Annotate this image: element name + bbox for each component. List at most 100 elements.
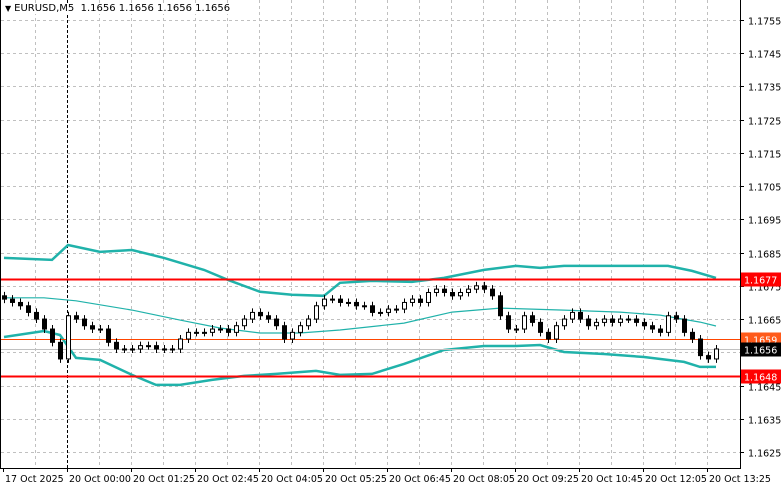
candle-bear — [26, 305, 31, 313]
candle-bull — [522, 315, 527, 330]
x-tick-label: 20 Oct 09:25 — [517, 474, 579, 485]
candle-bull — [298, 325, 303, 333]
candle-bull — [170, 348, 175, 351]
candle-bear — [650, 325, 655, 330]
candle-bear — [578, 311, 583, 320]
candle-bull — [474, 285, 479, 290]
candle-bear — [74, 315, 79, 320]
candle-bear — [442, 288, 447, 293]
x-tick-label: 20 Oct 01:25 — [133, 474, 195, 485]
candle-bear — [58, 341, 63, 360]
candle-bull — [202, 331, 207, 334]
candle-bull — [626, 318, 631, 321]
candle-bull — [98, 328, 103, 331]
candle-bull — [322, 298, 327, 307]
candle-bear — [658, 328, 663, 333]
candle-bull — [194, 331, 199, 334]
candle-bull — [426, 291, 431, 303]
y-tick-label: 1.1645 — [748, 383, 781, 394]
candle-bull — [666, 315, 671, 333]
y-tick-label: 1.1705 — [748, 183, 781, 194]
level-lines — [1, 278, 740, 378]
candle-bull — [66, 315, 71, 360]
candle-bull — [466, 288, 471, 293]
candle-bear — [706, 355, 711, 360]
candle-bull — [234, 325, 239, 333]
y-tick-label: 1.1745 — [748, 50, 781, 61]
candle-bear — [450, 291, 455, 297]
candle-bull — [410, 298, 415, 303]
candle-bull — [562, 318, 567, 327]
y-tick-label: 1.1755 — [748, 17, 781, 28]
x-tick-label: 20 Oct 00:00 — [69, 474, 131, 485]
candle-bear — [538, 321, 543, 333]
x-tick-label: 20 Oct 10:45 — [581, 474, 643, 485]
candle-bear — [490, 288, 495, 297]
y-tick-label: 1.1735 — [748, 83, 781, 94]
y-tick-label: 1.1695 — [748, 216, 781, 227]
price-axis[interactable]: 1.1755 1.1745 1.1735 1.1725 1.1715 1.1705 1.16… — [740, 17, 781, 460]
candle-bull — [178, 338, 183, 350]
candle-bear — [546, 331, 551, 340]
candle-bear — [18, 301, 23, 307]
candle-bear — [610, 318, 615, 323]
candle-bull — [402, 301, 407, 310]
bollinger-middle-line — [4, 297, 717, 334]
candle-bear — [482, 285, 487, 290]
candle-bull — [514, 328, 519, 331]
candle-bear — [258, 311, 263, 317]
y-tick-label: 1.1725 — [748, 117, 781, 128]
candle-bear — [586, 318, 591, 327]
candle-bull — [346, 301, 351, 304]
candle-bear — [338, 298, 343, 303]
candle-bear — [2, 295, 7, 300]
time-axis[interactable]: 17 Oct 2025 20 Oct 00:00 20 Oct 01:25 20 Oc… — [3, 468, 771, 485]
candle-bull — [306, 318, 311, 327]
candle-bear — [42, 318, 47, 330]
candle-bull — [146, 345, 151, 348]
x-tick-label: 20 Oct 04:05 — [261, 474, 323, 485]
candle-bear — [682, 318, 687, 333]
candle-bear — [90, 325, 95, 330]
y-tick-label: 1.1665 — [748, 316, 781, 327]
grid — [1, 0, 740, 468]
candle-bull — [386, 308, 391, 313]
candle-bull — [458, 291, 463, 297]
y-tick-label: 1.1625 — [748, 449, 781, 460]
y-tick-label: 1.1685 — [748, 250, 781, 261]
x-tick-label: 20 Oct 08:05 — [453, 474, 515, 485]
candle-bull — [434, 288, 439, 293]
candle-bear — [10, 298, 15, 303]
candle-bear — [498, 295, 503, 317]
candle-bull — [210, 328, 215, 333]
price-chart[interactable]: 1.1755 1.1745 1.1735 1.1725 1.1715 1.1705 1.16… — [0, 0, 781, 489]
candle-bear — [370, 305, 375, 313]
bollinger-upper-line — [3, 243, 717, 298]
ohlc-readout: 1.1656 1.1656 1.1656 1.1656 — [80, 3, 231, 14]
symbol-label: EURUSD,M5 — [14, 3, 75, 14]
candle-bear — [354, 301, 359, 307]
support-price-label: 1.1648 — [744, 373, 777, 384]
triangle-down-icon[interactable]: ▼ — [5, 4, 11, 13]
candle-bull — [570, 311, 575, 320]
bollinger-bands — [3, 243, 717, 387]
candle-bear — [642, 321, 647, 327]
candle-bull — [618, 318, 623, 323]
candle-bear — [530, 315, 535, 323]
candle-bull — [250, 311, 255, 320]
candle-bear — [82, 318, 87, 327]
x-tick-label: 20 Oct 13:25 — [709, 474, 771, 485]
candle-bear — [674, 315, 679, 320]
x-tick-label: 20 Oct 06:45 — [389, 474, 451, 485]
candle-bull — [130, 348, 135, 351]
x-tick-label: 20 Oct 02:45 — [197, 474, 259, 485]
candle-bear — [690, 331, 695, 340]
candle-bull — [714, 348, 719, 360]
candle-bear — [50, 328, 55, 343]
candle-bull — [218, 328, 223, 331]
candle-bull — [290, 331, 295, 340]
candle-bear — [274, 318, 279, 327]
candle-bull — [602, 318, 607, 323]
candle-bull — [186, 331, 191, 340]
candle-bear — [698, 338, 703, 357]
